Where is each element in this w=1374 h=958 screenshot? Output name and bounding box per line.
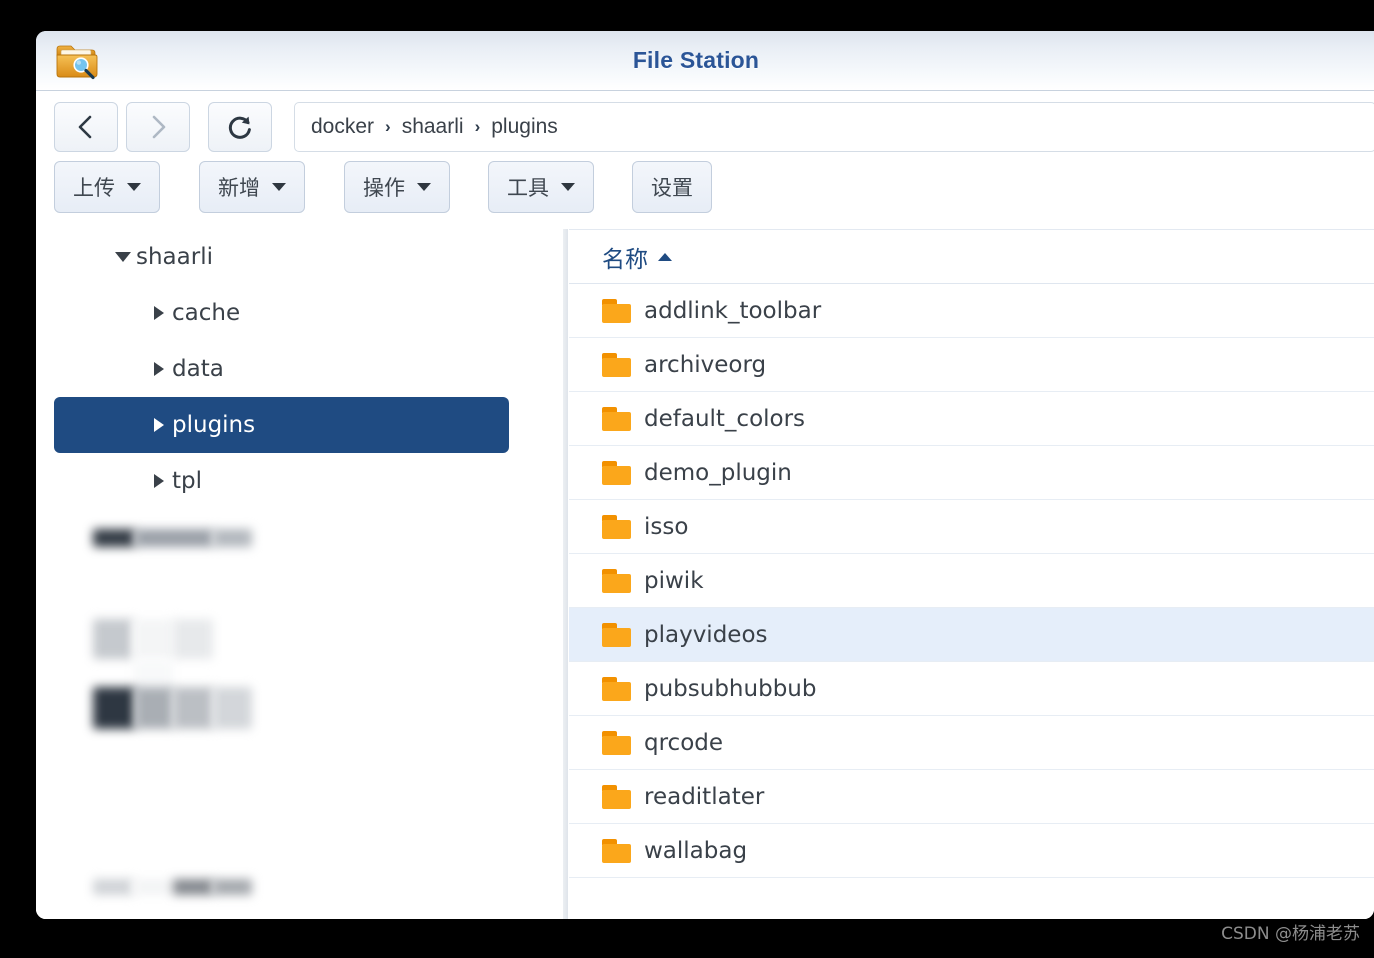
file-list: 名称 addlink_toolbar archiveorg default_co… [569,229,1374,919]
breadcrumb-item-1[interactable]: shaarli [402,115,464,139]
chevron-right-icon [152,115,166,139]
screenshot-root: File Station docker › shaarli › plugins … [0,0,1374,958]
chevron-down-icon [561,183,575,191]
table-row[interactable]: wallabag [569,824,1374,878]
file-name: archiveorg [644,351,767,378]
file-station-window: File Station docker › shaarli › plugins … [36,31,1374,919]
file-name: isso [644,513,689,540]
chevron-right-icon[interactable] [146,362,172,376]
tree-item-label: tpl [172,468,203,494]
file-name: pubsubhubbub [644,675,817,702]
table-row-selected[interactable]: playvideos [569,608,1374,662]
action-toolbar: 上传 新增 操作 工具 设置 [36,153,1374,229]
tree-item-plugins[interactable]: plugins [54,397,509,453]
table-row[interactable]: pubsubhubbub [569,662,1374,716]
file-name: playvideos [644,621,768,648]
breadcrumb-separator: › [385,117,391,136]
table-row[interactable]: addlink_toolbar [569,284,1374,338]
file-name: piwik [644,567,704,594]
upload-button-label: 上传 [73,176,115,200]
tree-item-label: cache [172,300,241,326]
breadcrumb-item-0[interactable]: docker [311,115,374,139]
chevron-right-icon[interactable] [146,474,172,488]
folder-icon [602,784,632,809]
folder-icon [602,730,632,755]
settings-button-label: 设置 [651,176,693,200]
folder-icon [602,460,632,485]
table-row[interactable]: isso [569,500,1374,554]
path-breadcrumb-bar[interactable]: docker › shaarli › plugins [294,102,1374,152]
folder-icon [602,838,632,863]
chevron-down-icon [127,183,141,191]
upload-button[interactable]: 上传 [54,161,160,213]
column-header-label: 名称 [602,246,648,273]
refresh-button[interactable] [208,102,272,152]
refresh-icon [228,116,251,139]
file-name: wallabag [644,837,748,864]
create-button[interactable]: 新增 [199,161,305,213]
breadcrumb-separator: › [474,117,481,136]
actions-button-label: 操作 [363,176,405,200]
table-row[interactable]: qrcode [569,716,1374,770]
chevron-right-icon[interactable] [146,306,172,320]
window-titlebar: File Station [36,31,1374,91]
tree-item-cache[interactable]: cache [146,285,509,341]
navigation-bar: docker › shaarli › plugins [36,91,1374,153]
chevron-down-icon[interactable] [110,252,136,262]
window-body: shaarli cache data plugins tpl 名称 addlin… [36,229,1374,919]
chevron-down-icon [417,183,431,191]
chevron-left-icon [78,115,92,139]
create-button-label: 新增 [218,176,260,200]
table-row[interactable]: demo_plugin [569,446,1374,500]
folder-icon [602,298,632,323]
tree-item-label: shaarli [136,244,213,270]
folder-icon [602,352,632,377]
back-button[interactable] [54,102,118,152]
table-row[interactable]: readitlater [569,770,1374,824]
folder-icon [602,406,632,431]
folder-icon [602,568,632,593]
folder-icon [602,676,632,701]
sort-ascending-icon [658,252,672,261]
tools-button-label: 工具 [507,176,549,200]
table-row[interactable]: piwik [569,554,1374,608]
forward-button[interactable] [126,102,190,152]
file-name: addlink_toolbar [644,297,822,324]
folder-icon [602,622,632,647]
file-name: qrcode [644,729,724,756]
window-title: File Station [632,47,760,73]
chevron-right-icon[interactable] [146,418,172,432]
breadcrumb-item-2[interactable]: plugins [491,115,558,139]
tree-item-data[interactable]: data [146,341,509,397]
tree-item-label: plugins [172,412,256,438]
settings-button[interactable]: 设置 [632,161,712,213]
table-row[interactable]: default_colors [569,392,1374,446]
tools-button[interactable]: 工具 [488,161,594,213]
watermark: CSDN @杨浦老苏 [1221,924,1360,944]
folder-tree-sidebar: shaarli cache data plugins tpl [36,229,527,919]
column-header-name[interactable]: 名称 [569,230,1374,284]
actions-button[interactable]: 操作 [344,161,450,213]
chevron-down-icon [272,183,286,191]
file-name: default_colors [644,405,806,432]
sidebar-splitter[interactable] [527,229,569,919]
tree-item-label: data [172,356,224,382]
tree-item-shaarli[interactable]: shaarli [110,229,509,285]
file-name: readitlater [644,783,765,810]
table-row[interactable]: archiveorg [569,338,1374,392]
folder-icon [602,514,632,539]
tree-item-tpl[interactable]: tpl [146,453,509,509]
file-name: demo_plugin [644,459,792,486]
